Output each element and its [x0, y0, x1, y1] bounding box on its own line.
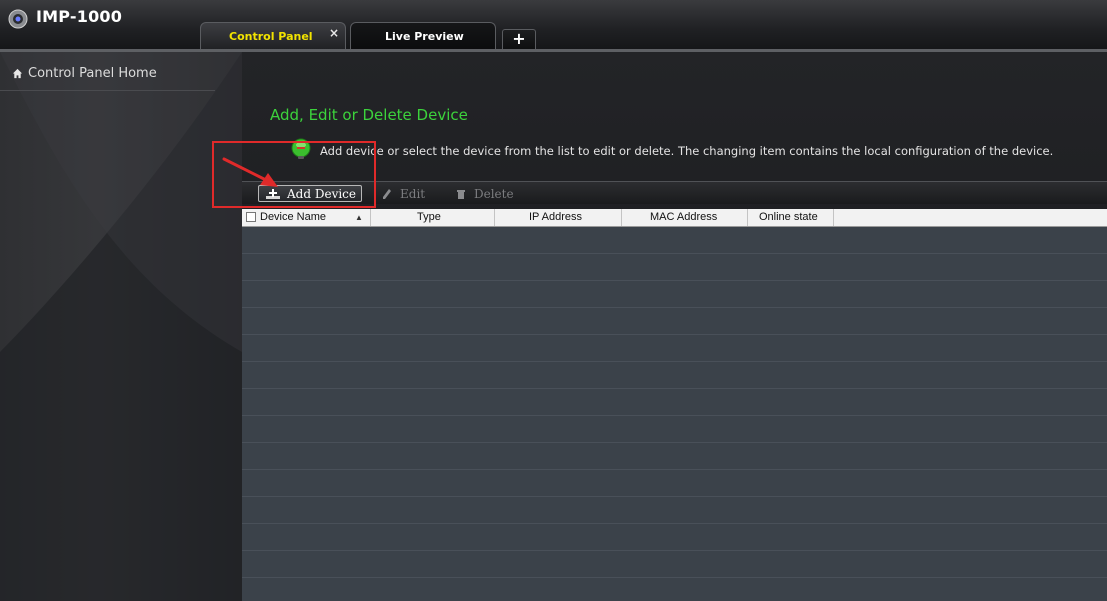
tab-label: Live Preview: [385, 30, 464, 43]
title-bar: IMP-1000 Control Panel × Live Preview +: [0, 0, 1107, 52]
tab-live-preview[interactable]: Live Preview: [350, 22, 496, 50]
edit-label: Edit: [400, 186, 426, 201]
column-header-mac-address[interactable]: MAC Address: [622, 209, 748, 226]
column-header-device-name[interactable]: Device Name ▲: [242, 209, 371, 226]
sidebar-item-label: Control Panel Home: [28, 66, 157, 81]
page-title: Add, Edit or Delete Device: [270, 106, 468, 124]
toolbar: Add Device Edit Delete: [242, 181, 1107, 204]
select-all-checkbox[interactable]: [246, 212, 256, 222]
column-header-ip-address[interactable]: IP Address: [495, 209, 622, 226]
sidebar-decoration: [0, 52, 242, 601]
column-label: MAC Address: [650, 211, 718, 223]
device-table-body[interactable]: [242, 227, 1107, 601]
pencil-icon: [383, 188, 391, 199]
trash-icon: [457, 189, 465, 199]
sidebar: Control Panel Home: [0, 52, 242, 601]
add-tab-button[interactable]: +: [502, 29, 536, 49]
camera-icon: [8, 9, 28, 29]
column-label: IP Address: [529, 211, 582, 223]
column-header-type[interactable]: Type: [371, 209, 495, 226]
delete-label: Delete: [474, 186, 514, 201]
column-label: Device Name: [260, 211, 327, 223]
tab-label: Control Panel: [229, 30, 313, 43]
add-device-label: Add Device: [287, 186, 357, 201]
tab-control-panel[interactable]: Control Panel ×: [200, 22, 346, 50]
column-label: Type: [417, 211, 441, 223]
sidebar-divider: [0, 90, 215, 91]
main-panel: Add, Edit or Delete Device Add device or…: [242, 52, 1107, 601]
column-label: Online state: [759, 211, 818, 223]
sort-ascending-icon: ▲: [355, 213, 363, 222]
device-table-header: Device Name ▲ Type IP Address MAC Addres…: [242, 209, 1107, 227]
edit-button[interactable]: Edit: [382, 185, 425, 202]
sidebar-item-control-panel-home[interactable]: Control Panel Home: [12, 66, 157, 81]
add-device-button[interactable]: Add Device: [258, 185, 362, 202]
info-text: Add device or select the device from the…: [320, 144, 1054, 158]
app-title: IMP-1000: [36, 7, 123, 26]
add-device-icon: [266, 188, 280, 199]
app-window: IMP-1000 Control Panel × Live Preview + …: [0, 0, 1107, 601]
column-header-online-state[interactable]: Online state: [748, 209, 834, 226]
info-bulb-icon: [291, 138, 311, 159]
close-icon[interactable]: ×: [329, 26, 339, 40]
home-icon: [12, 68, 23, 79]
delete-button[interactable]: Delete: [456, 185, 514, 202]
